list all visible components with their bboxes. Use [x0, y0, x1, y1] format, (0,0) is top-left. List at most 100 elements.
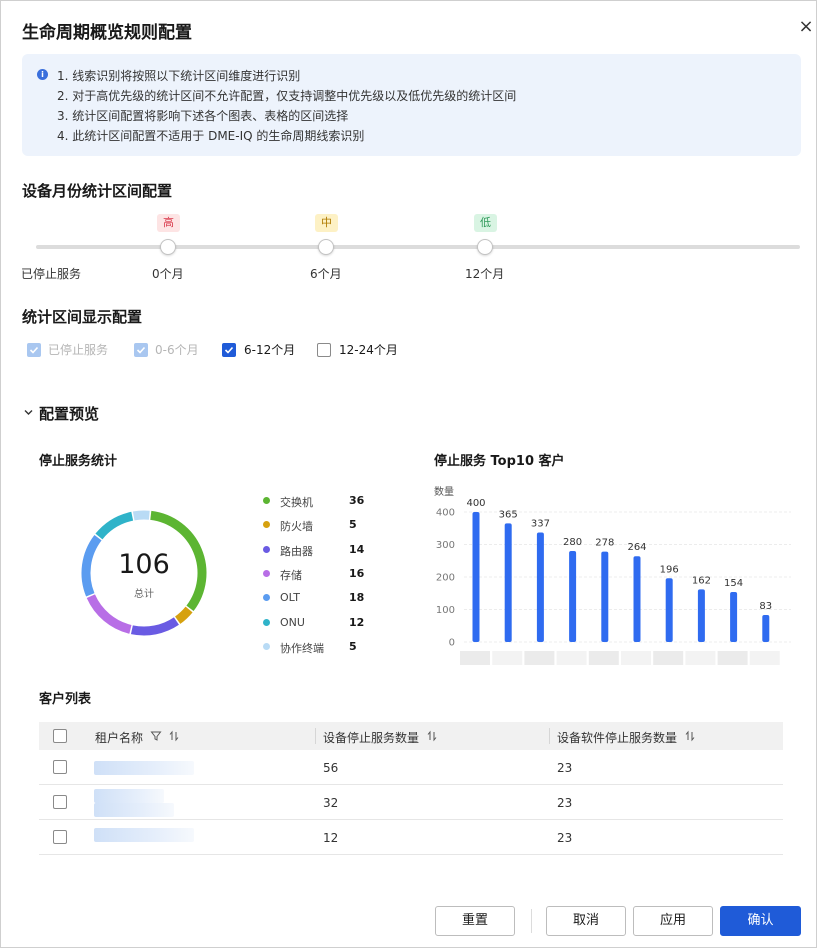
- table-cell-software-count: 23: [557, 761, 573, 775]
- tenant-name-redacted: [94, 803, 174, 817]
- priority-tag-high: 高: [157, 214, 180, 232]
- donut-segment: [132, 510, 150, 521]
- bar-data-label: 400: [466, 498, 485, 509]
- column-header-software-count[interactable]: 设备软件停止服务数量: [557, 729, 677, 746]
- bar-data-label: 264: [627, 542, 646, 553]
- row-divider: [39, 819, 783, 820]
- x-tick-label-redacted: [685, 651, 716, 665]
- bar[interactable]: [536, 532, 544, 642]
- donut-segment: [130, 617, 179, 636]
- legend-name: ONU: [280, 615, 305, 629]
- month-config-title: 设备月份统计区间配置: [22, 182, 173, 200]
- bar[interactable]: [697, 589, 705, 642]
- chevron-down-icon: [24, 410, 33, 415]
- sort-icon[interactable]: [426, 730, 438, 742]
- legend-name: 交换机: [280, 496, 313, 509]
- bar-data-label: 154: [724, 578, 743, 589]
- x-tick-label-redacted: [653, 651, 684, 665]
- confirm-button[interactable]: 确认: [720, 906, 801, 936]
- priority-tag-mid: 中: [315, 214, 338, 232]
- x-tick-label-redacted: [749, 651, 780, 665]
- bar[interactable]: [472, 512, 480, 642]
- legend-dot-icon: [263, 497, 270, 504]
- slider-handle-mid[interactable]: [318, 239, 334, 255]
- priority-tag-low: 低: [474, 214, 497, 232]
- bar-data-label: 365: [499, 509, 518, 520]
- footer-divider: [531, 909, 532, 933]
- column-header-tenant[interactable]: 租户名称: [95, 729, 143, 746]
- bar[interactable]: [601, 551, 609, 642]
- table-cell-device-count: 56: [323, 761, 339, 775]
- legend-name: 防火墙: [280, 520, 313, 534]
- reset-button[interactable]: 重置: [435, 906, 515, 936]
- legend-value: 12: [349, 615, 365, 629]
- column-header-device-count[interactable]: 设备停止服务数量: [323, 729, 419, 746]
- legend-dot-icon: [263, 594, 270, 602]
- close-icon[interactable]: ×: [797, 18, 815, 36]
- y-axis-label: 数量: [434, 485, 454, 498]
- slider-label-6m: 6个月: [310, 267, 342, 281]
- legend-value: 5: [349, 518, 357, 532]
- checkbox-0-6: [134, 343, 148, 357]
- row-checkbox[interactable]: [53, 830, 67, 844]
- bar-data-label: 337: [531, 518, 550, 529]
- donut-total-label: 总计: [134, 589, 154, 600]
- row-checkbox[interactable]: [53, 760, 67, 774]
- y-tick-label: 0: [449, 638, 455, 649]
- bar[interactable]: [762, 615, 770, 642]
- legend-dot-icon: [263, 521, 270, 529]
- customer-list-title: 客户列表: [39, 692, 92, 707]
- sort-icon[interactable]: [168, 730, 180, 742]
- preview-title: 配置预览: [39, 405, 100, 423]
- checkbox-6-12-label[interactable]: 6-12个月: [244, 343, 295, 357]
- cancel-button[interactable]: 取消: [546, 906, 626, 936]
- slider-handle-high: [160, 239, 176, 255]
- column-divider: [315, 728, 316, 744]
- notice-line: 2. 对于高优先级的统计区间不允许配置，仅支持调整中优先级以及低优先级的统计区间: [57, 89, 517, 103]
- display-config-title: 统计区间显示配置: [22, 308, 143, 326]
- checkbox-6-12[interactable]: [222, 343, 236, 357]
- x-tick-label-redacted: [556, 651, 587, 665]
- notice-line: 4. 此统计区间配置不适用于 DME-IQ 的生命周期线索识别: [57, 129, 365, 143]
- bar-data-label: 280: [563, 537, 582, 548]
- legend-value: 14: [349, 542, 365, 556]
- apply-button[interactable]: 应用: [633, 906, 713, 936]
- filter-icon[interactable]: [150, 730, 162, 742]
- dialog: 生命周期概览规则配置 × i 1. 线索识别将按照以下统计区间维度进行识别 2.…: [0, 0, 817, 948]
- x-tick-label-redacted: [492, 651, 523, 665]
- legend-value: 18: [349, 591, 365, 605]
- notice-line: 3. 统计区间配置将影响下述各个图表、表格的区间选择: [57, 109, 349, 123]
- row-divider: [39, 854, 783, 855]
- bar-data-label: 162: [692, 575, 711, 586]
- bar[interactable]: [665, 578, 673, 642]
- slider-start-label: 已停止服务: [21, 267, 82, 281]
- slider-handle-low[interactable]: [477, 239, 493, 255]
- legend-dot-icon: [263, 545, 270, 553]
- select-all-checkbox[interactable]: [53, 729, 67, 743]
- bar[interactable]: [504, 523, 512, 642]
- info-icon: i: [37, 69, 48, 80]
- legend-dot-icon: [263, 569, 270, 577]
- bar[interactable]: [569, 551, 577, 642]
- y-tick-label: 100: [436, 605, 455, 616]
- slider-label-12m: 12个月: [465, 267, 505, 281]
- tenant-name-redacted: [94, 828, 194, 842]
- legend-name: 存储: [280, 568, 302, 582]
- row-checkbox[interactable]: [53, 795, 67, 809]
- sort-icon[interactable]: [684, 730, 696, 742]
- legend-name: 协作终端: [280, 641, 324, 655]
- legend-dot-icon: [263, 618, 270, 626]
- checkbox-0-6-label: 0-6个月: [155, 343, 199, 357]
- bar[interactable]: [730, 591, 738, 642]
- slider-label-0m: 0个月: [152, 267, 184, 281]
- bar[interactable]: [633, 556, 641, 642]
- notice-line: 1. 线索识别将按照以下统计区间维度进行识别: [57, 69, 301, 83]
- checkbox-12-24-label[interactable]: 12-24个月: [339, 343, 398, 357]
- donut-segment: [81, 534, 102, 597]
- donut-segment: [95, 511, 134, 540]
- checkbox-12-24[interactable]: [317, 343, 331, 357]
- bar-chart: 数量 0 100 200 300 400 400 365 337 280 278 264 196 162 1…: [434, 485, 791, 665]
- interval-slider-track[interactable]: [36, 245, 800, 249]
- bar-data-label: 83: [759, 601, 772, 612]
- table-cell-device-count: 12: [323, 831, 339, 845]
